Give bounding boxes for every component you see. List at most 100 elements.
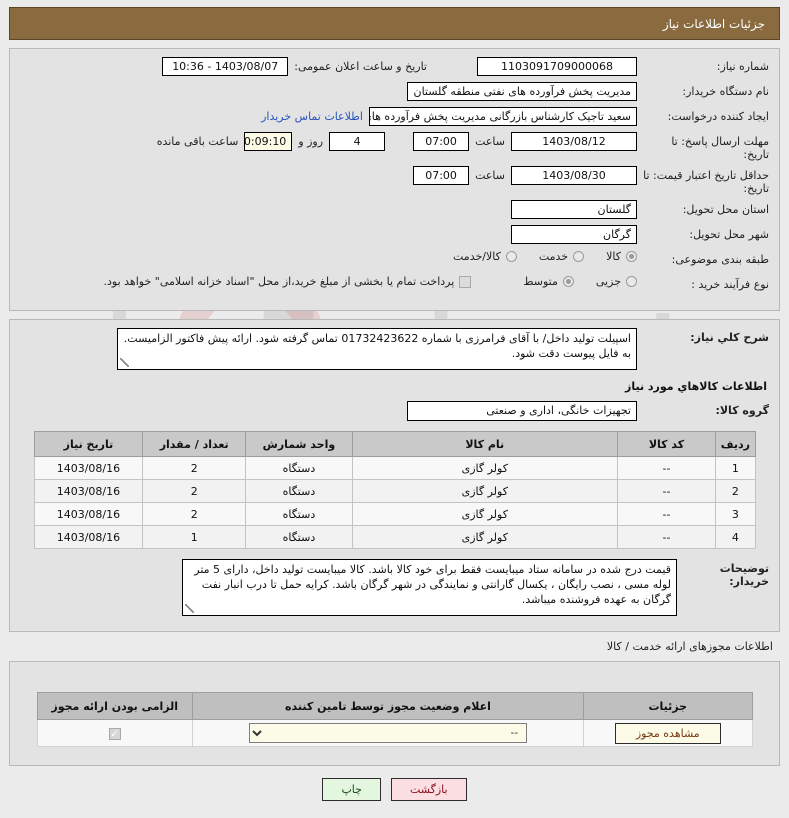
radio-label-motevaset: متوسط (523, 275, 558, 288)
cell-unit: دستگاه (245, 502, 353, 526)
cell-date: 1403/08/16 (33, 502, 144, 526)
radio-icon-jozi[interactable] (626, 276, 637, 287)
cell-required: ✓ (36, 719, 193, 747)
permits-header-row: جزئیات اعلام وضعیت مجوز توسط تامین کننده… (36, 692, 753, 720)
table-row: 3 -- کولر گازی دستگاه 2 1403/08/16 (33, 502, 756, 526)
col-header-radif: ردیف (715, 431, 756, 457)
validity-label: حداقل تاریخ اعتبار قیمت: تا تاریخ: (643, 169, 769, 195)
radio-process-jozi[interactable]: جزیی (596, 275, 637, 288)
need-number-field[interactable]: 1103091709000068 (477, 57, 637, 76)
province-label: استان محل تحویل: (682, 203, 769, 216)
goods-section-title: اطلاعات کالاهاي مورد نیاز (625, 380, 767, 393)
announce-datetime-field[interactable]: 1403/08/07 - 10:36 (162, 57, 289, 76)
radio-icon-khedmat[interactable] (573, 251, 585, 262)
description-label: شرح کلي نیاز: (690, 331, 769, 344)
cell-details: مشاهده مجوز (583, 719, 753, 747)
cell-date: 1403/08/16 (33, 456, 144, 480)
treasury-checkbox-group[interactable]: پرداخت تمام یا بخشی از مبلغ خرید،از محل … (104, 275, 472, 288)
cell-radif: 3 (715, 502, 756, 526)
cell-code: -- (616, 502, 717, 526)
radio-icon-kala-khedmat[interactable] (505, 251, 517, 262)
page-title: جزئیات اطلاعات نیاز (662, 16, 765, 31)
print-button[interactable]: چاپ (322, 778, 381, 801)
row-validity: حداقل تاریخ اعتبار قیمت: تا تاریخ: 1403/… (20, 166, 769, 195)
need-info-panel: شماره نیاز: 1103091709000068 تاریخ و ساع… (9, 48, 780, 311)
radio-category-kala-khedmat[interactable]: کالا/خدمت (453, 250, 517, 263)
radio-label-khedmat: خدمت (538, 250, 569, 263)
cell-radif: 2 (715, 479, 756, 503)
permit-required-checkbox: ✓ (108, 727, 121, 740)
cell-qty: 2 (142, 479, 247, 503)
deadline-date-field[interactable]: 1403/08/12 (511, 132, 637, 151)
radio-process-motevaset[interactable]: متوسط (523, 275, 574, 288)
validity-hour-field[interactable]: 07:00 (413, 166, 470, 185)
announce-label: تاریخ و ساعت اعلان عمومی: (294, 60, 427, 73)
cell-date: 1403/08/16 (33, 525, 144, 549)
requester-field[interactable]: سعید تاجیک کارشناس بازرگانی مدیریت پخش ف… (369, 107, 637, 126)
view-permit-button[interactable]: مشاهده مجوز (614, 722, 721, 744)
cell-radif: 1 (715, 456, 756, 480)
buyer-notes-label: توضیحات خریدار: (719, 562, 769, 588)
row-category: طبقه بندی موضوعی: کالا خدمت کالا/خدمت (20, 250, 769, 270)
treasury-checkbox-label: پرداخت تمام یا بخشی از مبلغ خرید،از محل … (103, 275, 455, 288)
col-header-date: تاریخ نیاز (33, 431, 144, 457)
description-textarea[interactable]: اسپیلت تولید داخل/ با آقای فرامرزی با شم… (117, 328, 637, 370)
footer-buttons: بازگشت چاپ (0, 778, 789, 801)
row-general-description: شرح کلي نیاز: اسپیلت تولید داخل/ با آقای… (20, 328, 769, 370)
back-button[interactable]: بازگشت (390, 778, 467, 801)
goods-group-label: گروه کالا: (715, 404, 769, 417)
row-deadline: مهلت ارسال پاسخ: تا تاریخ: 1403/08/12 سا… (20, 132, 769, 161)
remaining-days-label: روز و (298, 135, 324, 148)
city-field[interactable]: گرگان (511, 225, 637, 244)
remaining-suffix-label: ساعت باقی مانده (156, 135, 239, 148)
permits-table: جزئیات اعلام وضعیت مجوز توسط تامین کننده… (36, 692, 753, 747)
cell-name: کولر گازی (351, 502, 618, 526)
goods-panel: شرح کلي نیاز: اسپیلت تولید داخل/ با آقای… (9, 319, 780, 632)
deadline-hour-label: ساعت (475, 135, 505, 148)
row-buyer-org: نام دستگاه خریدار: مدیریت پخش فرآورده ها… (20, 82, 769, 102)
remaining-days-field: 4 (329, 132, 386, 151)
validity-date-field[interactable]: 1403/08/30 (511, 166, 637, 185)
table-row: 1 -- کولر گازی دستگاه 2 1403/08/16 (33, 456, 756, 480)
goods-group-field[interactable]: تجهیزات خانگی، اداری و صنعتی (407, 401, 637, 421)
col-header-qty: تعداد / مقدار (142, 431, 247, 457)
col-header-required: الزامی بودن ارائه مجوز (36, 692, 193, 720)
cell-qty: 1 (142, 525, 247, 549)
permits-panel: جزئیات اعلام وضعیت مجوز توسط تامین کننده… (9, 661, 780, 766)
cell-name: کولر گازی (351, 456, 618, 480)
cell-name: کولر گازی (351, 525, 618, 549)
row-need-number: شماره نیاز: 1103091709000068 تاریخ و ساع… (20, 57, 769, 77)
radio-label-kala-khedmat: کالا/خدمت (453, 250, 501, 263)
permit-status-select[interactable]: -- (248, 723, 527, 743)
buyer-notes-textarea[interactable]: قیمت درج شده در سامانه ستاد میبایست فقط … (182, 559, 677, 616)
col-header-name: نام کالا (351, 431, 618, 457)
col-header-unit: واحد شمارش (245, 431, 353, 457)
buyer-contact-link[interactable]: اطلاعات تماس خریدار (261, 110, 363, 123)
province-field[interactable]: گلستان (511, 200, 637, 219)
row-process-type: نوع فرآیند خرید : جزیی متوسط پرداخت تمام… (20, 275, 769, 295)
row-goods-group: گروه کالا: تجهیزات خانگی، اداری و صنعتی (20, 401, 769, 421)
requester-label: ایجاد کننده درخواست: (667, 110, 769, 123)
treasury-checkbox-icon[interactable] (459, 275, 472, 288)
radio-category-khedmat[interactable]: خدمت (538, 250, 585, 263)
cell-unit: دستگاه (245, 456, 353, 480)
buyer-org-field[interactable]: مدیریت پخش فرآورده های نفتی منطقه گلستان (407, 82, 637, 101)
cell-code: -- (616, 525, 717, 549)
deadline-label: مهلت ارسال پاسخ: تا تاریخ: (671, 135, 769, 161)
radio-icon-motevaset[interactable] (562, 276, 574, 287)
row-province: استان محل تحویل: گلستان (20, 200, 769, 220)
row-requester: ایجاد کننده درخواست: سعید تاجیک کارشناس … (20, 107, 769, 127)
radio-category-kala[interactable]: کالا (606, 250, 637, 263)
table-row: 4 -- کولر گازی دستگاه 1 1403/08/16 (33, 525, 756, 549)
deadline-hour-field[interactable]: 07:00 (413, 132, 470, 151)
city-label: شهر محل تحویل: (689, 228, 769, 241)
goods-table: ردیف کد کالا نام کالا واحد شمارش تعداد /… (33, 431, 756, 549)
validity-hour-label: ساعت (475, 169, 505, 182)
row-city: شهر محل تحویل: گرگان (20, 225, 769, 245)
cell-status: -- (191, 719, 585, 747)
radio-icon-kala[interactable] (626, 251, 637, 262)
radio-label-jozi: جزیی (595, 275, 621, 288)
cell-qty: 2 (142, 502, 247, 526)
table-row: 2 -- کولر گازی دستگاه 2 1403/08/16 (33, 479, 756, 503)
page-title-bar: جزئیات اطلاعات نیاز (9, 7, 780, 40)
